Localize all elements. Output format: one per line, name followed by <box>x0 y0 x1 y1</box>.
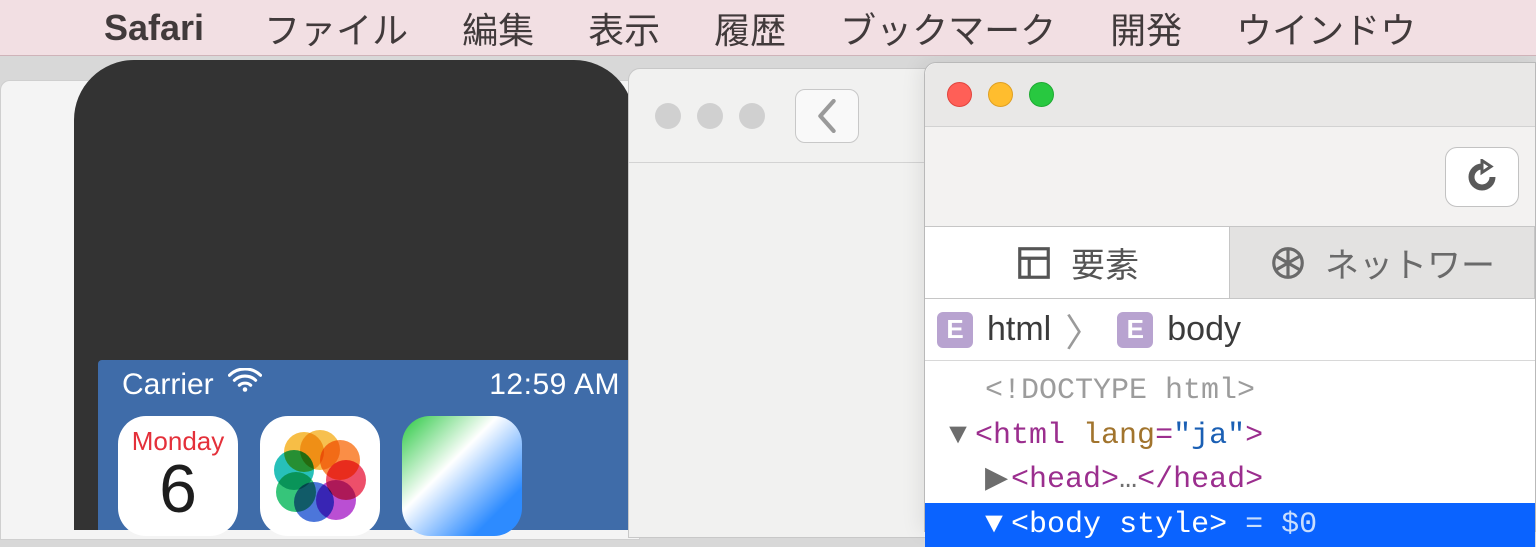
chevron-right-icon: 〉 <box>1065 302 1103 357</box>
menu-window[interactable]: ウインドウ <box>1236 2 1416 54</box>
status-carrier: Carrier <box>122 368 214 402</box>
inspector-tab-bar: 要素 ネットワー <box>925 227 1535 299</box>
inspector-titlebar[interactable] <box>925 63 1535 127</box>
ios-simulator-window[interactable]: Carrier 12:59 AM Monday 6 <box>74 60 634 530</box>
element-badge-icon: E <box>937 312 973 348</box>
dom-tree[interactable]: <!DOCTYPE html> ▼<html lang="ja"> ▶<head… <box>925 361 1535 547</box>
dom-html-line[interactable]: ▼<html lang="ja"> <box>925 414 1535 459</box>
close-button[interactable] <box>947 82 972 107</box>
menu-history[interactable]: 履歴 <box>714 2 786 54</box>
network-icon <box>1269 244 1307 282</box>
calendar-date-label: 6 <box>159 455 197 523</box>
breadcrumb-html[interactable]: html <box>987 310 1051 349</box>
app-maps-icon[interactable] <box>402 416 522 536</box>
photos-flower-icon <box>278 434 362 518</box>
traffic-light-inactive[interactable] <box>697 103 723 129</box>
dom-doctype-line[interactable]: <!DOCTYPE html> <box>925 369 1535 414</box>
status-time: 12:59 AM <box>489 368 620 402</box>
back-button[interactable] <box>795 89 859 143</box>
safari-window-background[interactable] <box>628 68 928 538</box>
tab-network-label: ネットワー <box>1325 238 1495 287</box>
disclosure-triangle-icon[interactable]: ▼ <box>985 505 1011 546</box>
elements-icon <box>1015 244 1053 282</box>
dom-breadcrumb[interactable]: E html 〉 E body <box>925 299 1535 361</box>
dom-head-line[interactable]: ▶<head>…</head> <box>925 458 1535 503</box>
zoom-button[interactable] <box>1029 82 1054 107</box>
tab-network[interactable]: ネットワー <box>1230 227 1535 298</box>
simulator-statusbar: Carrier 12:59 AM <box>98 360 634 410</box>
disclosure-triangle-icon[interactable]: ▶ <box>985 460 1011 501</box>
menu-view[interactable]: 表示 <box>588 2 660 54</box>
inspector-toolbar <box>925 127 1535 227</box>
safari-toolbar <box>629 69 927 163</box>
app-calendar-icon[interactable]: Monday 6 <box>118 416 238 536</box>
element-badge-icon: E <box>1117 312 1153 348</box>
wifi-icon <box>228 368 262 402</box>
disclosure-triangle-icon[interactable]: ▼ <box>949 416 975 457</box>
menu-develop[interactable]: 開発 <box>1110 2 1182 54</box>
menu-edit[interactable]: 編集 <box>462 2 534 54</box>
menu-bookmarks[interactable]: ブックマーク <box>840 2 1056 54</box>
system-menubar: Safari ファイル 編集 表示 履歴 ブックマーク 開発 ウインドウ <box>0 0 1536 56</box>
simulator-screen: Carrier 12:59 AM Monday 6 <box>98 360 634 530</box>
traffic-light-inactive[interactable] <box>739 103 765 129</box>
menu-file[interactable]: ファイル <box>264 2 408 54</box>
reload-button[interactable] <box>1445 147 1519 207</box>
breadcrumb-body[interactable]: body <box>1167 310 1241 349</box>
web-inspector-window[interactable]: 要素 ネットワー E html 〉 E body <!DOCTYPE html>… <box>924 62 1536 532</box>
traffic-light-inactive[interactable] <box>655 103 681 129</box>
simulator-home-apps: Monday 6 <box>98 410 634 536</box>
app-menu[interactable]: Safari <box>104 7 204 49</box>
dom-body-line-selected[interactable]: ▼<body style> = $0 <box>925 503 1535 547</box>
tab-elements[interactable]: 要素 <box>925 227 1230 298</box>
tab-elements-label: 要素 <box>1071 238 1139 287</box>
app-photos-icon[interactable] <box>260 416 380 536</box>
minimize-button[interactable] <box>988 82 1013 107</box>
